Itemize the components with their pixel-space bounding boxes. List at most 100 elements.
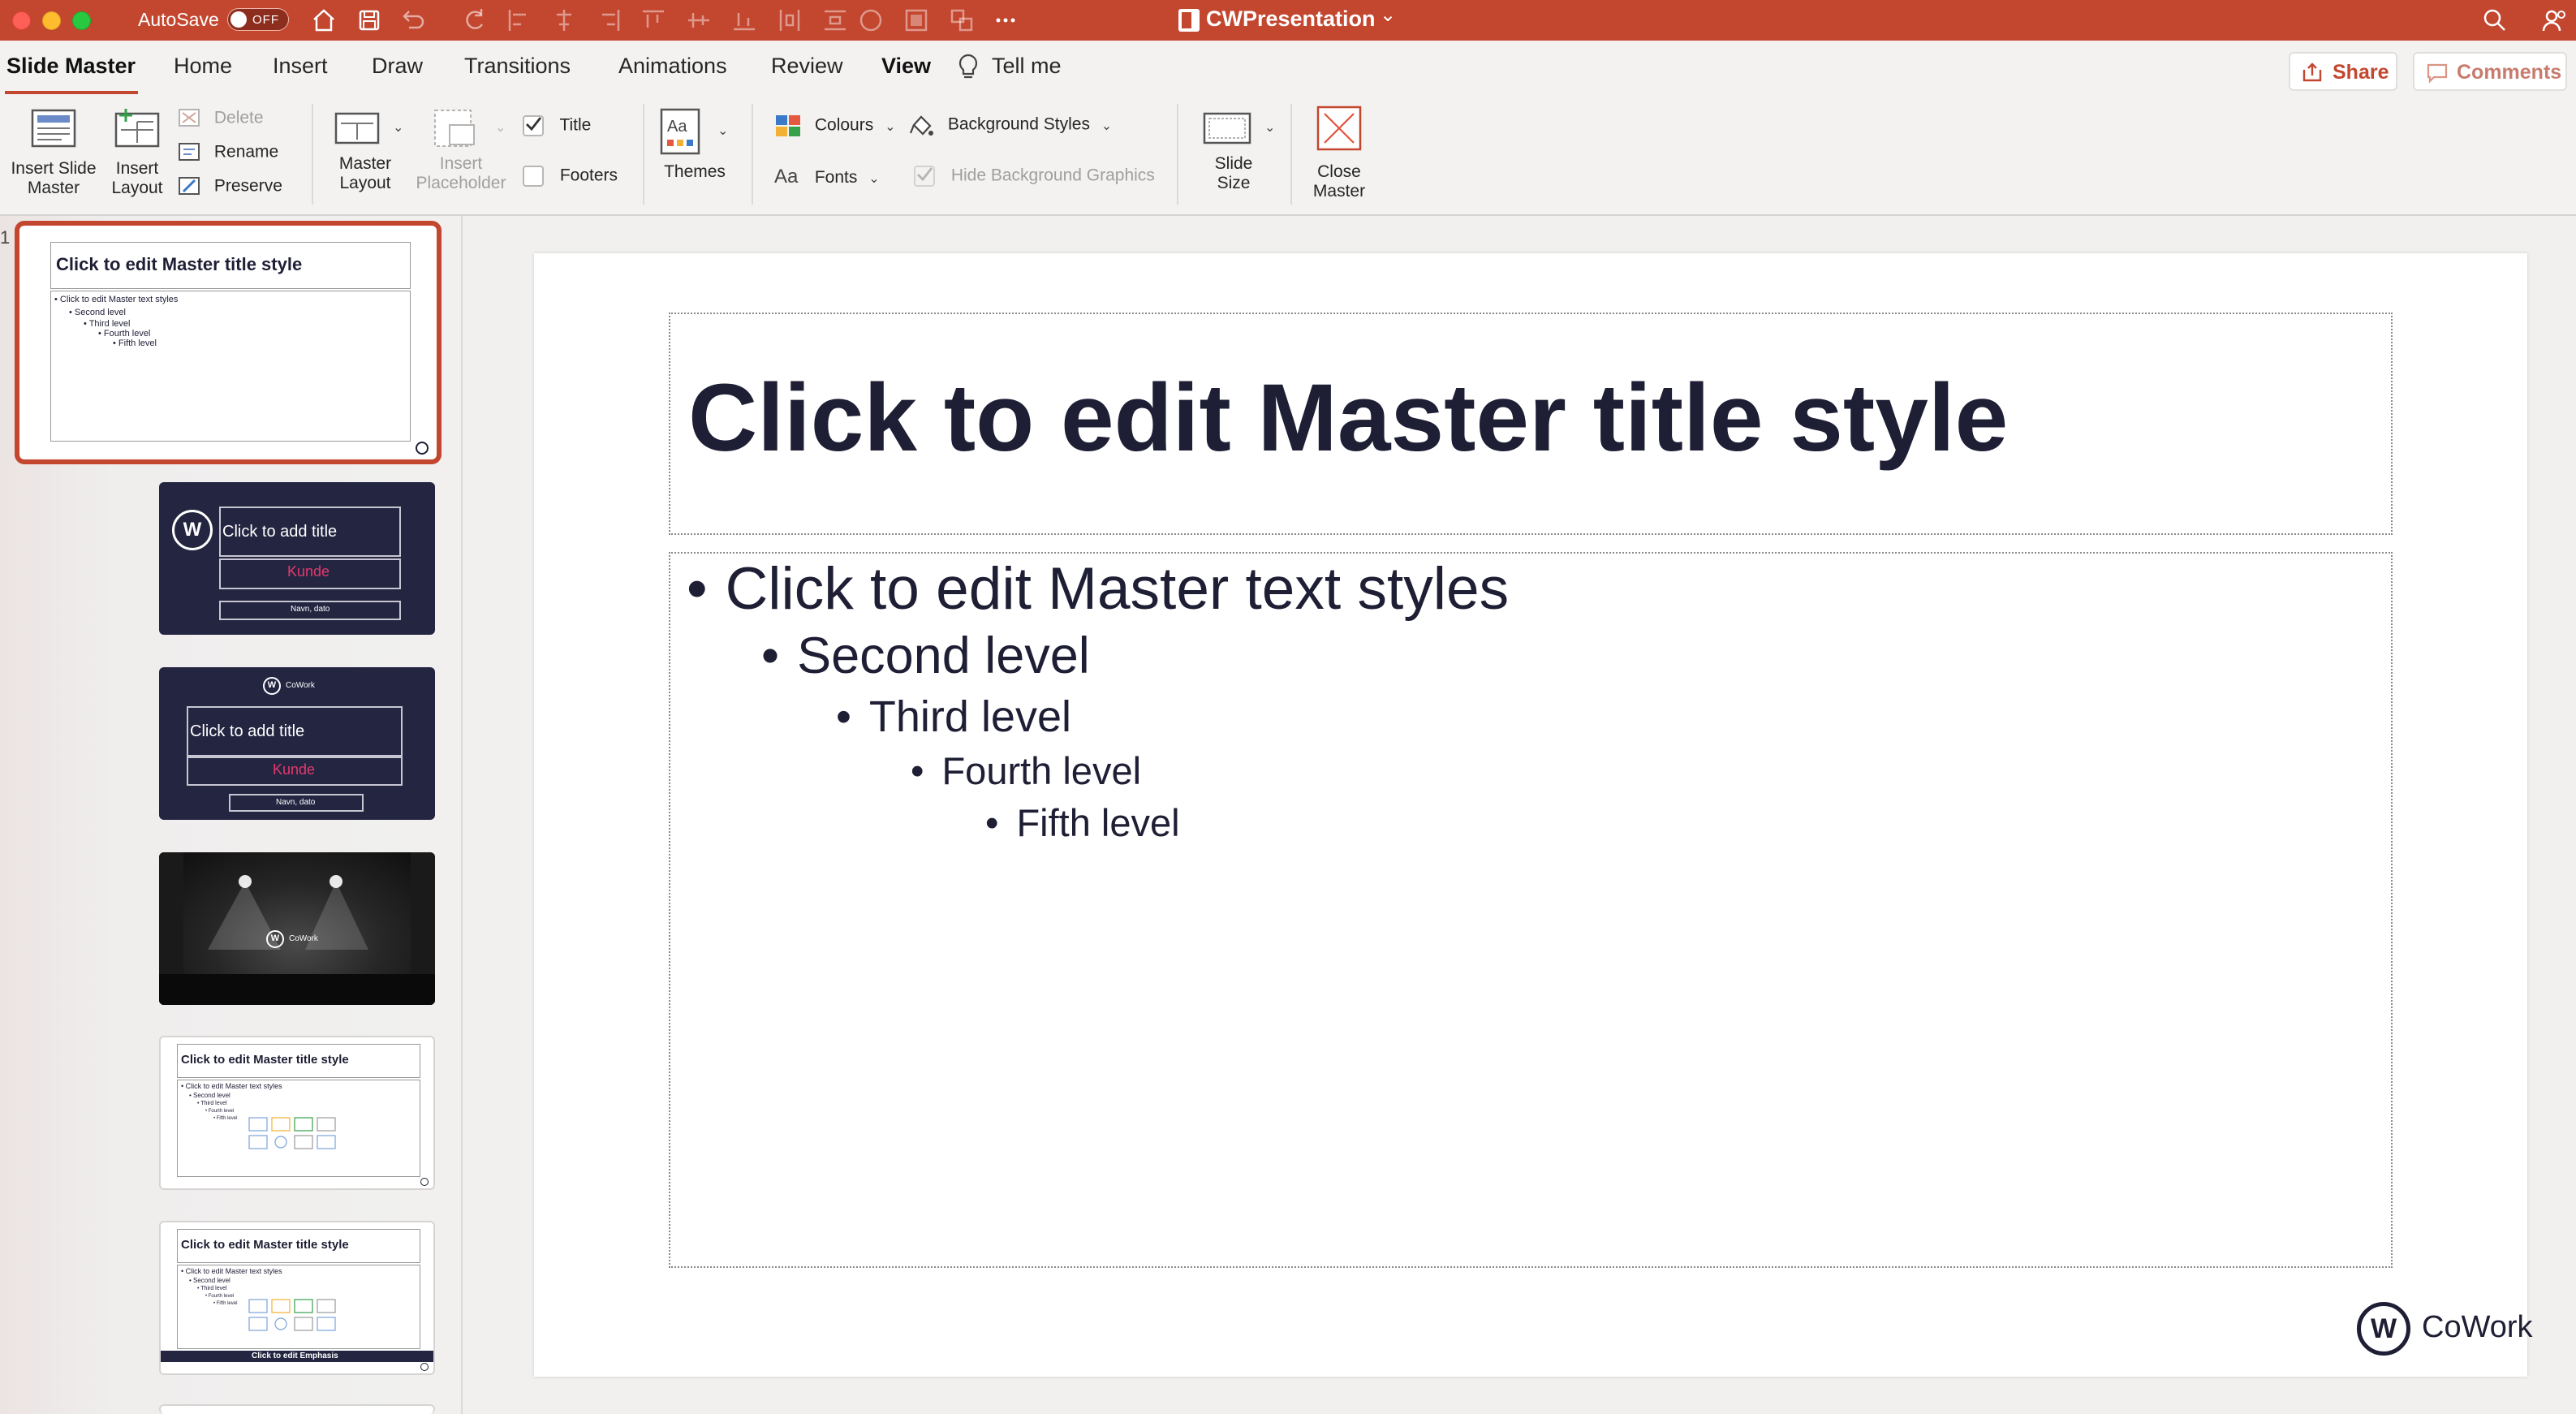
insert-layout-button[interactable]: Insert Layout <box>102 107 172 198</box>
insert-slide-master-button[interactable]: Insert Slide Master <box>5 107 102 198</box>
tell-me-search[interactable]: Tell me <box>992 54 1062 79</box>
zoom-window-button[interactable] <box>72 11 91 30</box>
body-placeholder[interactable]: • Click to edit Master text styles • Secon… <box>669 552 2393 1268</box>
insert-placeholder-label-line1: Insert <box>439 154 483 173</box>
background-styles-button[interactable]: Background Styles ⌄ <box>907 112 1112 138</box>
rename-button[interactable]: Rename <box>177 141 278 164</box>
thumb-level-2: • Second level <box>69 308 126 317</box>
slide-size-button[interactable]: ⌄ Slide Size <box>1187 107 1281 193</box>
tab-animations[interactable]: Animations <box>618 54 727 79</box>
hide-background-graphics-checkbox[interactable]: Hide Background Graphics <box>914 166 1155 187</box>
hide-bg-check-box[interactable] <box>914 166 935 187</box>
footers-check-box[interactable] <box>523 166 544 187</box>
tab-slide-master[interactable]: Slide Master <box>6 54 136 79</box>
footers-checkbox[interactable]: Footers <box>523 166 618 187</box>
ribbon-tabs: Slide Master Home Insert Draw Transition… <box>0 41 2576 95</box>
insert-placeholder-label-line2: Placeholder <box>416 174 506 192</box>
fonts-icon: Aa <box>774 166 799 188</box>
ribbon-separator <box>643 104 644 205</box>
preserve-button[interactable]: Preserve <box>177 175 282 198</box>
close-master-button[interactable]: Close Master <box>1299 104 1380 201</box>
chevron-down-icon: ⌄ <box>495 121 506 135</box>
bullet: • <box>985 801 999 844</box>
align-center-icon[interactable] <box>549 5 579 36</box>
more-icon[interactable] <box>990 5 1021 36</box>
thumb-level-1: • Click to edit Master text styles <box>181 1082 282 1090</box>
insert-slide-master-label-line1: Insert Slide <box>11 159 97 178</box>
title-checkbox[interactable]: Title <box>523 115 591 136</box>
account-icon[interactable] <box>2539 5 2570 36</box>
layout-thumbnail-6[interactable]: Click to edit Master title style • Click… <box>159 1221 435 1375</box>
thumb-date: Navn, dato <box>291 605 330 614</box>
thumb-title-placeholder: Click to add title <box>219 507 401 557</box>
group-icon[interactable] <box>901 5 932 36</box>
insert-placeholder-button[interactable]: ⌄ Insert Placeholder <box>409 107 513 193</box>
title-caret-icon[interactable]: ⌄ <box>1380 3 1396 27</box>
body-level-3-text: Third level <box>868 692 1071 741</box>
save-icon[interactable] <box>354 5 385 36</box>
thumb-title-placeholder: Click to edit Master title style <box>50 242 411 289</box>
title-placeholder[interactable]: Click to edit Master title style <box>669 313 2393 535</box>
layout-thumbnail-5[interactable]: Click to edit Master title style • Click… <box>159 1036 435 1190</box>
tab-transitions[interactable]: Transitions <box>464 54 571 79</box>
hide-bg-label: Hide Background Graphics <box>950 166 1155 185</box>
distribute-horizontal-icon[interactable] <box>774 5 805 36</box>
layout-thumbnail-7[interactable] <box>159 1404 435 1414</box>
body-level-1: • Click to edit Master text styles <box>687 555 1509 623</box>
align-left-icon[interactable] <box>503 5 534 36</box>
tab-home[interactable]: Home <box>174 54 232 79</box>
insert-slide-master-label-line2: Master <box>27 179 80 197</box>
undo-icon[interactable] <box>398 5 429 36</box>
redo-icon[interactable] <box>459 5 490 36</box>
colours-button[interactable]: Colours ⌄ <box>774 114 895 138</box>
chevron-down-icon: ⌄ <box>717 124 729 138</box>
master-thumbnail[interactable]: Click to edit Master title style • Click… <box>15 221 442 464</box>
thumb-date: Navn, dato <box>276 798 316 807</box>
thumb-brand: CoWork <box>289 934 318 943</box>
chevron-down-icon: ⌄ <box>868 172 880 186</box>
share-button[interactable]: Share <box>2289 52 2397 91</box>
layout-thumbnail-3[interactable]: W CoWork Click to add title Kunde Navn, … <box>159 667 435 820</box>
comments-label: Comments <box>2457 61 2562 84</box>
delete-button[interactable]: Delete <box>177 107 264 130</box>
thumb-title: Click to edit Master title style <box>181 1238 349 1252</box>
search-icon[interactable] <box>2479 5 2510 36</box>
thumb-title-placeholder: Click to add title <box>187 706 403 757</box>
title-bar: AutoSave OFF CWPresentation ⌄ <box>0 0 2576 41</box>
tab-draw[interactable]: Draw <box>372 54 423 79</box>
shape-icon[interactable] <box>855 5 886 36</box>
tab-review[interactable]: Review <box>771 54 843 79</box>
thumb-title-placeholder: Click to edit Master title style <box>177 1229 420 1263</box>
checkmark-icon <box>526 117 542 131</box>
distribute-vertical-icon[interactable] <box>820 5 851 36</box>
rename-icon <box>179 143 200 161</box>
minimize-window-button[interactable] <box>42 11 61 30</box>
document-title[interactable]: CWPresentation <box>1206 6 1376 32</box>
ungroup-icon[interactable] <box>946 5 977 36</box>
thumb-body-placeholder: • Click to edit Master text styles • Sec… <box>50 291 411 442</box>
layout-thumbnail-4[interactable]: W CoWork <box>159 852 435 1005</box>
close-window-button[interactable] <box>12 11 31 30</box>
background-styles-label: Background Styles <box>947 114 1090 134</box>
lightbulb-icon <box>956 52 980 87</box>
svg-text:Aa: Aa <box>667 118 687 136</box>
share-icon <box>2302 63 2322 82</box>
home-icon[interactable] <box>308 5 339 36</box>
tab-view[interactable]: View <box>881 54 931 79</box>
master-layout-button[interactable]: ⌄ Master Layout <box>325 107 406 193</box>
align-bottom-icon[interactable] <box>729 5 760 36</box>
tab-insert[interactable]: Insert <box>273 54 328 79</box>
themes-button[interactable]: Aa ⌄ Themes <box>654 107 735 182</box>
align-middle-icon[interactable] <box>683 5 714 36</box>
align-right-icon[interactable] <box>594 5 625 36</box>
slide-number: 1 <box>0 227 11 248</box>
align-top-icon[interactable] <box>638 5 669 36</box>
thumb-title: Click to add title <box>190 722 305 740</box>
comments-button[interactable]: Comments <box>2413 52 2567 91</box>
fonts-label: Fonts <box>814 168 858 187</box>
title-check-box[interactable] <box>523 115 544 136</box>
layout-thumbnail-2[interactable]: W Click to add title Kunde Navn, dato <box>159 482 435 635</box>
autosave-toggle[interactable]: OFF <box>227 8 289 31</box>
fonts-button[interactable]: Aa Fonts ⌄ <box>774 166 880 188</box>
thumb-level-4: • Fourth level <box>205 1109 235 1114</box>
